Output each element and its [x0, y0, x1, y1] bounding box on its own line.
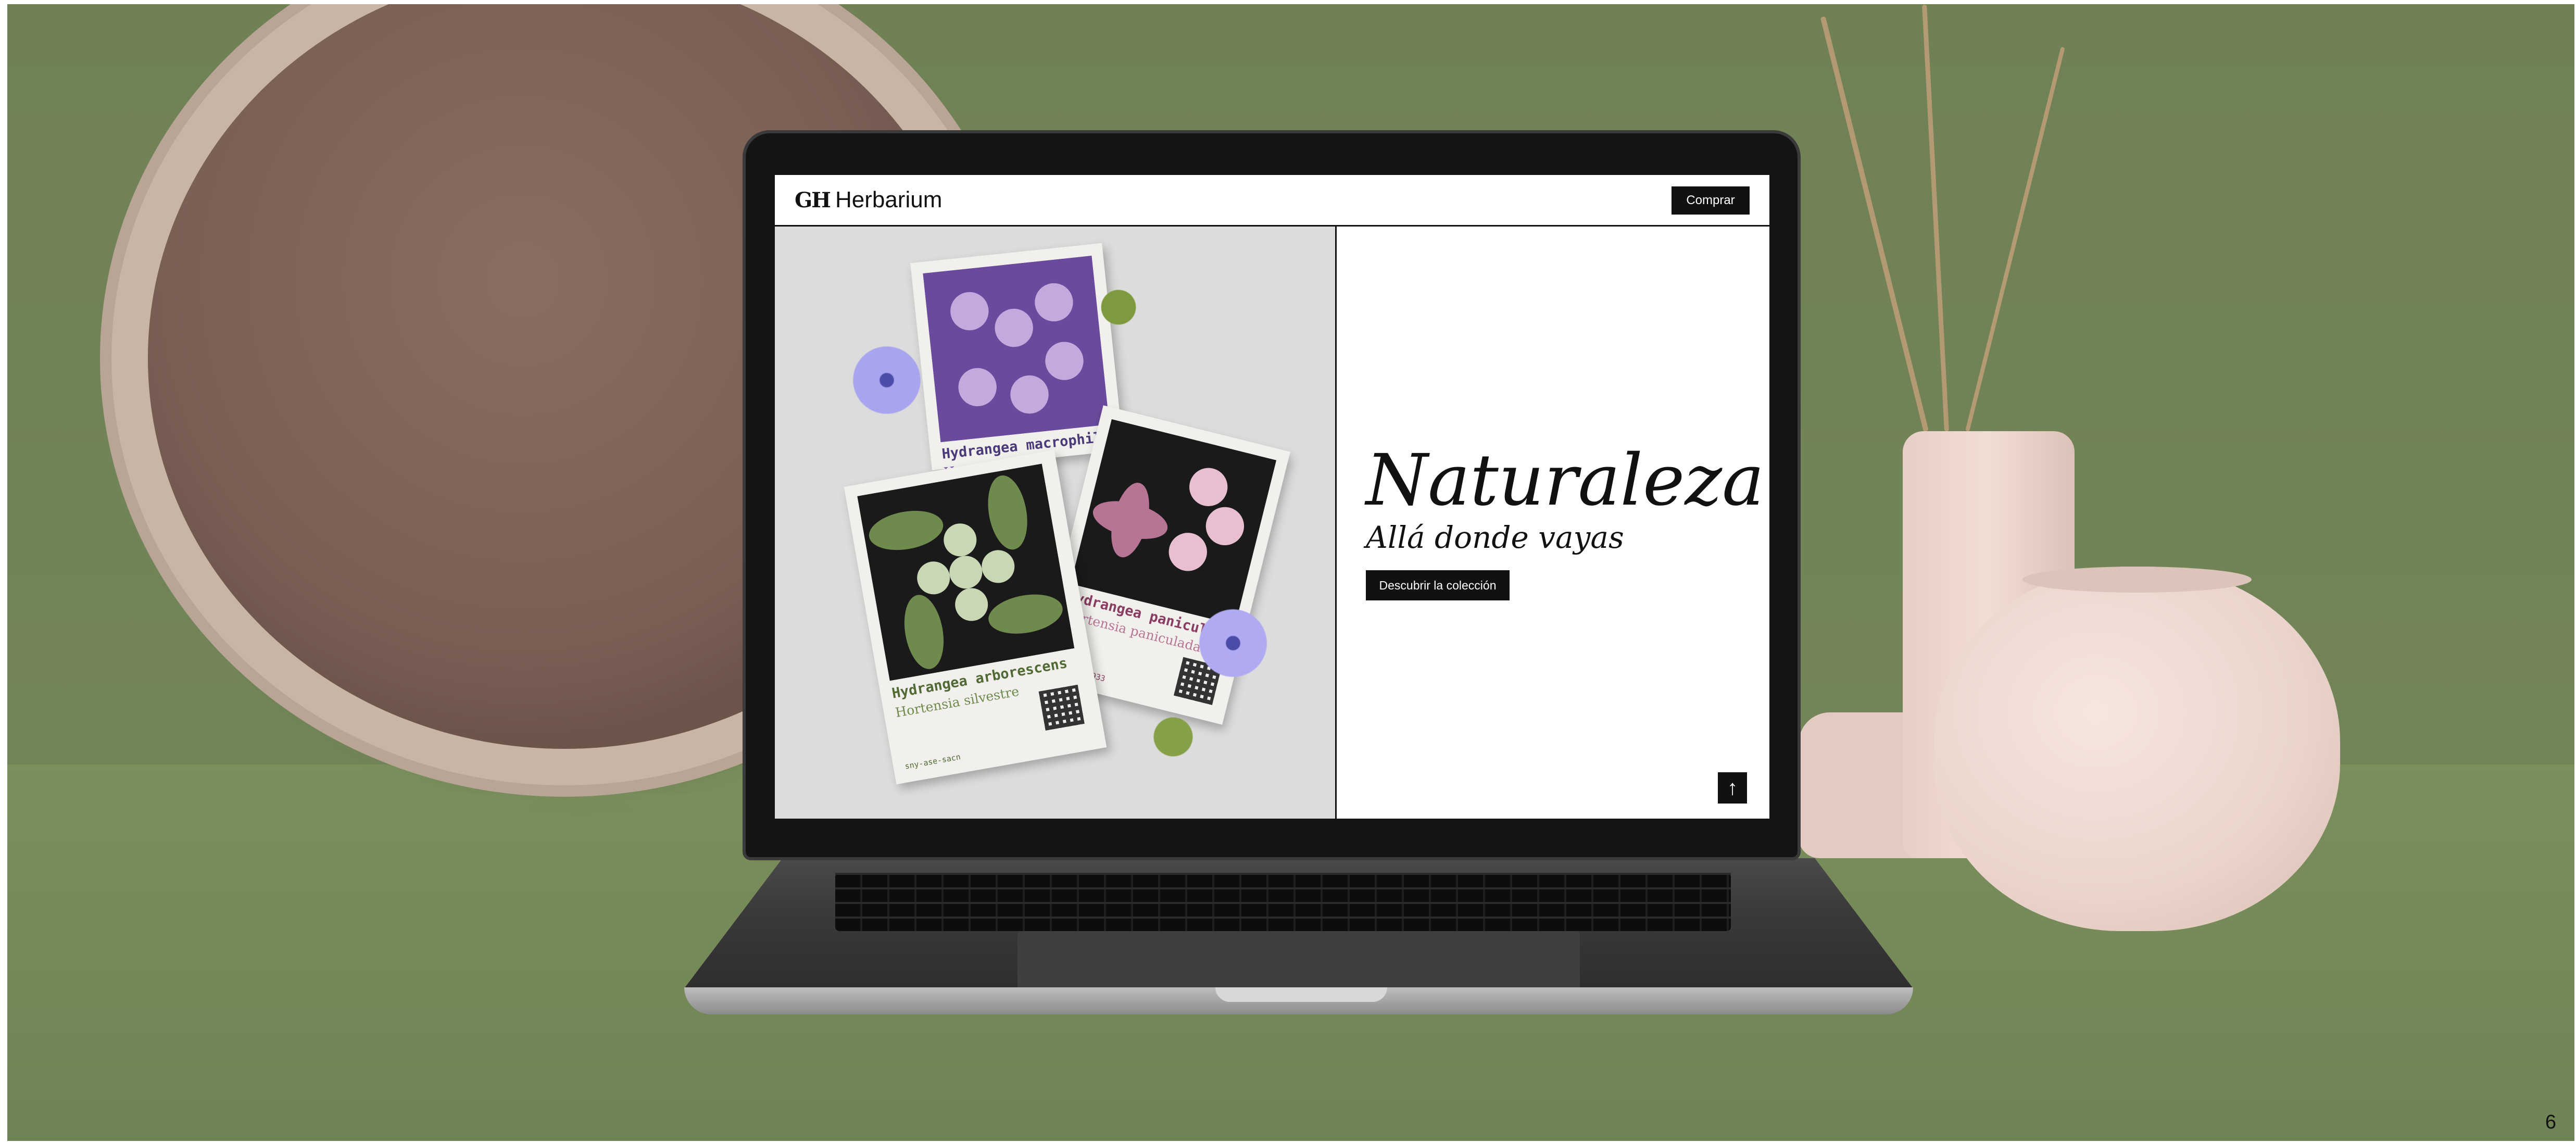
laptop-notch [1215, 987, 1387, 1002]
qr-code-icon [1038, 684, 1085, 731]
discover-collection-button[interactable]: Descubrir la colección [1366, 570, 1510, 600]
poster-art [1070, 419, 1277, 625]
poster-code: sny-ase-sacn [904, 752, 962, 771]
hero-text-panel: Naturaleza Allá donde vayas Descubrir la… [1337, 227, 1769, 819]
logo-text: Herbarium [835, 187, 943, 212]
arrow-up-icon[interactable]: ↑ [1718, 772, 1747, 804]
poster-art [923, 255, 1110, 443]
hero-image: Hydrangea macrophilla Hortensia Hydrange… [775, 227, 1337, 819]
flower-bud [1134, 706, 1212, 768]
decorative-vase-mouth [2022, 567, 2252, 593]
decorative-vase [1934, 567, 2340, 931]
buy-button[interactable]: Comprar [1672, 186, 1750, 215]
top-navbar: GH Herbarium Comprar [775, 175, 1769, 227]
poster-card: Hydrangea macrophilla Hortensia [910, 243, 1124, 480]
poster-art [857, 463, 1075, 681]
brand-logo[interactable]: GH Herbarium [795, 185, 942, 215]
logo-mark-icon: GH [795, 187, 831, 212]
chicory-flower [1191, 607, 1275, 680]
flower-bud [1087, 279, 1150, 336]
hero-subtitle: Allá donde vayas [1366, 520, 1624, 555]
laptop-mockup-photo: GH Herbarium Comprar Hydrangea macrophil… [7, 4, 2574, 1141]
laptop-keyboard [835, 873, 1731, 931]
website-screen: GH Herbarium Comprar Hydrangea macrophil… [775, 175, 1769, 819]
hero-title: Naturaleza [1366, 440, 1765, 522]
chicory-flower [848, 341, 926, 419]
page-number: 6 [2545, 1111, 2556, 1133]
laptop-trackpad [1017, 931, 1580, 988]
poster-card: Hydrangea arborescens Hortensia silvestr… [844, 449, 1107, 785]
